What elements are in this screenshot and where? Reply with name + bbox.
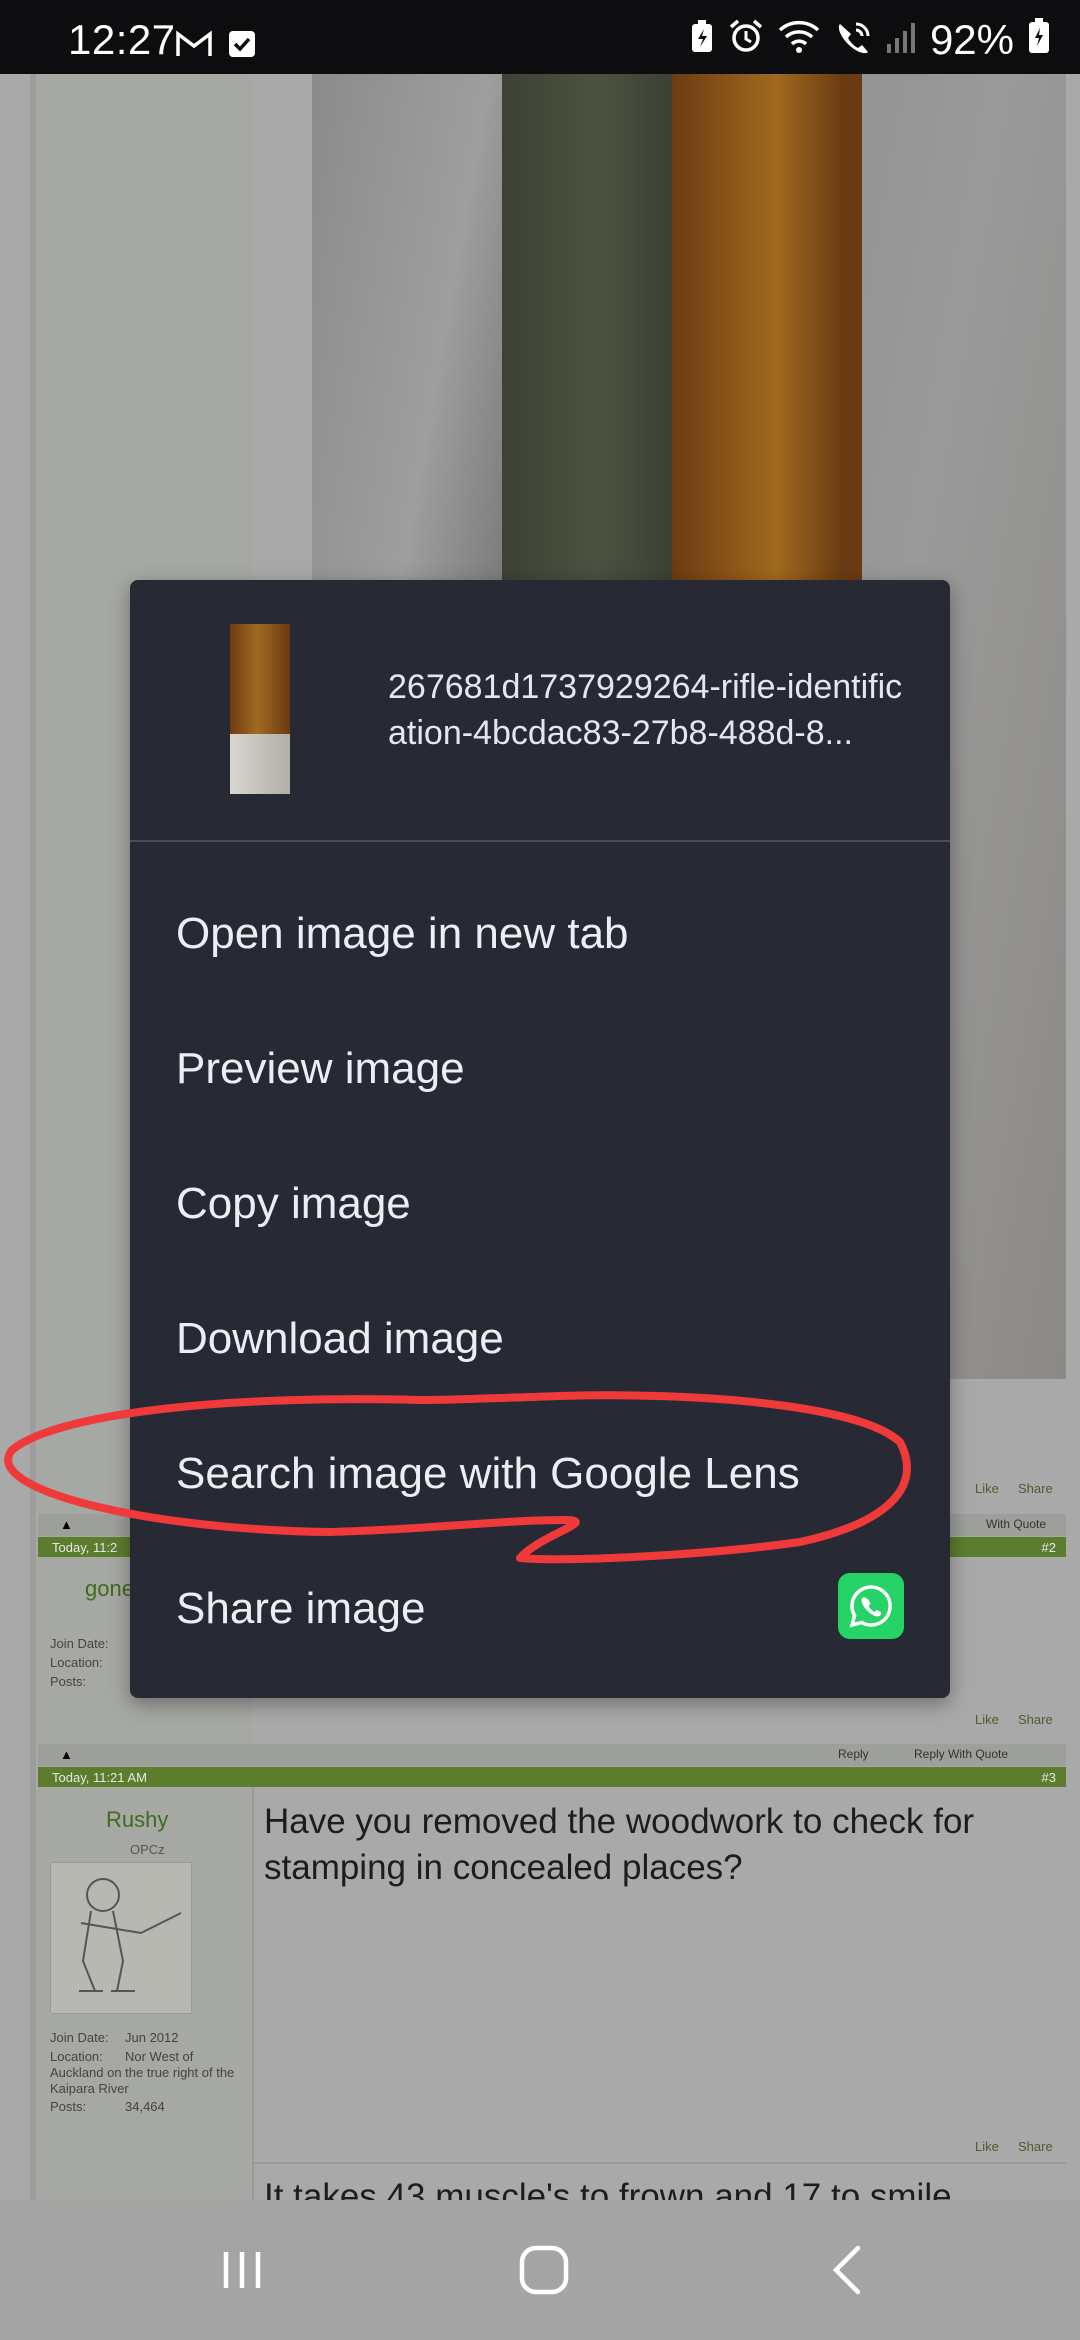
check-icon bbox=[228, 30, 256, 63]
battery-icon bbox=[1028, 16, 1050, 64]
share-link[interactable]: Share bbox=[1018, 1712, 1053, 1727]
battery-percent: 92% bbox=[929, 16, 1014, 63]
reply-link[interactable]: Reply bbox=[838, 1747, 869, 1761]
join-date-label: Join Date: bbox=[50, 2030, 109, 2045]
share-image-label: Share image bbox=[176, 1583, 426, 1633]
gmail-icon bbox=[176, 30, 212, 63]
share-link[interactable]: Share bbox=[1018, 2139, 1053, 2154]
wifi-calling-icon bbox=[834, 16, 872, 64]
post-date: Today, 11:2 bbox=[52, 1540, 118, 1555]
menu-divider bbox=[130, 840, 950, 842]
join-date-value: Jun 2012 bbox=[125, 2030, 179, 2045]
back-button[interactable] bbox=[818, 2240, 878, 2300]
google-lens-search-item[interactable]: Search image with Google Lens bbox=[130, 1406, 950, 1541]
recent-apps-button[interactable] bbox=[212, 2240, 272, 2300]
home-button[interactable] bbox=[514, 2240, 574, 2300]
page-edge bbox=[30, 74, 36, 2200]
post-number[interactable]: #2 bbox=[1042, 1540, 1056, 1555]
join-date-label: Join Date: bbox=[50, 1636, 109, 1651]
download-image-item[interactable]: Download image bbox=[130, 1271, 950, 1406]
post-username[interactable]: Rushy bbox=[106, 1807, 168, 1833]
notification-icons bbox=[176, 30, 256, 63]
reply-with-quote-link[interactable]: Reply With Quote bbox=[914, 1747, 1008, 1761]
posts-value: 34,464 bbox=[125, 2099, 165, 2114]
battery-saver-icon bbox=[690, 16, 714, 64]
post-toolbar: ▲ Reply Reply With Quote bbox=[38, 1744, 1066, 1766]
image-filename: 267681d1737929264-rifle-identification-4… bbox=[388, 668, 903, 752]
user-title: OPCz bbox=[130, 1842, 165, 1857]
alarm-icon bbox=[728, 16, 764, 64]
location-value: Nor West of Auckland on the true right o… bbox=[50, 2049, 235, 2096]
image-thumbnail bbox=[230, 624, 290, 794]
share-link[interactable]: Share bbox=[1018, 1481, 1053, 1496]
signature-divider bbox=[252, 2162, 1066, 2164]
share-image-item[interactable]: Share image bbox=[130, 1541, 950, 1676]
posts-label: Posts: bbox=[50, 2099, 87, 2114]
preview-image-item[interactable]: Preview image bbox=[130, 1001, 950, 1136]
post-date: Today, 11:21 AM bbox=[52, 1770, 147, 1785]
post-divider bbox=[252, 1787, 254, 2207]
report-icon[interactable]: ▲ bbox=[60, 1517, 73, 1532]
status-bar: 12:27 92% bbox=[0, 0, 1080, 74]
avatar[interactable] bbox=[50, 1862, 192, 2014]
open-image-new-tab-item[interactable]: Open image in new tab bbox=[130, 866, 950, 1001]
status-time: 12:27 bbox=[68, 16, 176, 63]
navigation-bar bbox=[0, 2200, 1080, 2340]
location-label: Location: bbox=[50, 1655, 103, 1670]
post-number[interactable]: #3 bbox=[1042, 1770, 1056, 1785]
posts-label: Posts: bbox=[50, 1674, 87, 1689]
report-icon[interactable]: ▲ bbox=[60, 1747, 73, 1762]
signal-icon bbox=[886, 16, 916, 64]
image-context-menu: 267681d1737929264-rifle-identification-4… bbox=[130, 580, 950, 1698]
wifi-icon bbox=[778, 16, 820, 64]
like-link[interactable]: Like bbox=[975, 1712, 999, 1727]
post-username[interactable]: gone bbox=[85, 1576, 134, 1602]
post-header: Today, 11:21 AM #3 bbox=[38, 1767, 1066, 1787]
whatsapp-icon[interactable] bbox=[838, 1573, 904, 1639]
like-link[interactable]: Like bbox=[975, 1481, 999, 1496]
status-right: 92% bbox=[690, 16, 1050, 64]
copy-image-item[interactable]: Copy image bbox=[130, 1136, 950, 1271]
post-body: Have you removed the woodwork to check f… bbox=[264, 1802, 975, 1887]
like-link[interactable]: Like bbox=[975, 2139, 999, 2154]
reply-with-quote-link[interactable]: With Quote bbox=[986, 1517, 1046, 1531]
